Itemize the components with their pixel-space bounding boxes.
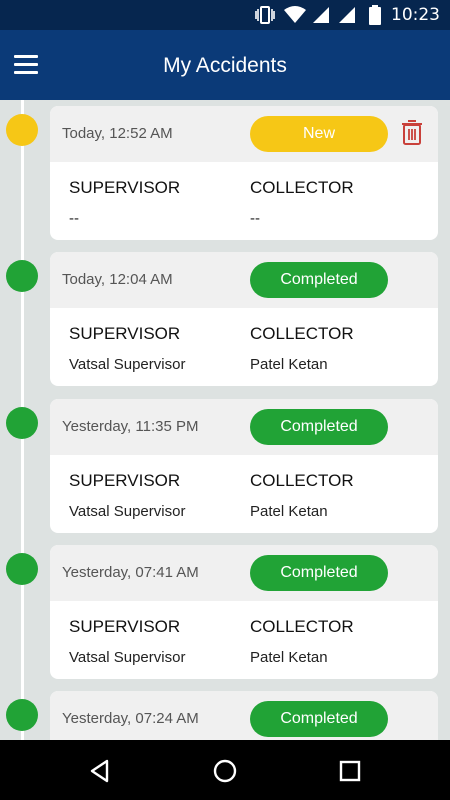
accident-date: Yesterday, 07:24 AM xyxy=(62,710,199,727)
timeline-entry: Today, 12:04 AM Completed SUPERVISOR Vat… xyxy=(0,252,450,386)
supervisor-column: SUPERVISOR -- xyxy=(69,178,180,227)
collector-label: COLLECTOR xyxy=(250,178,354,197)
collector-label: COLLECTOR xyxy=(250,617,354,636)
home-icon[interactable] xyxy=(212,758,238,784)
status-badge: New xyxy=(250,116,388,152)
status-bar: 10:23 xyxy=(0,0,450,30)
status-badge: Completed xyxy=(250,701,388,737)
collector-column: COLLECTOR Patel Ketan xyxy=(250,617,354,666)
supervisor-label: SUPERVISOR xyxy=(69,617,181,636)
accident-timeline[interactable]: Today, 12:52 AM New SUPERVISOR -- COLLEC… xyxy=(0,100,450,740)
signal-icon xyxy=(313,7,329,23)
status-badge: Completed xyxy=(250,262,388,298)
card-header: Today, 12:52 AM New xyxy=(50,106,438,162)
page-title: My Accidents xyxy=(163,54,287,77)
recents-icon[interactable] xyxy=(337,758,363,784)
collector-column: COLLECTOR Patel Ketan xyxy=(250,324,354,373)
accident-date: Yesterday, 11:35 PM xyxy=(62,418,199,435)
collector-label: COLLECTOR xyxy=(250,471,354,490)
accident-date: Today, 12:52 AM xyxy=(62,125,173,142)
accident-card[interactable]: Yesterday, 07:24 AM Completed xyxy=(50,691,438,740)
collector-value: Patel Ketan xyxy=(250,356,328,373)
delete-icon[interactable] xyxy=(400,118,424,146)
status-badge: Completed xyxy=(250,555,388,591)
supervisor-column: SUPERVISOR Vatsal Supervisor xyxy=(69,617,185,666)
system-navigation-bar xyxy=(0,740,450,800)
status-dot xyxy=(6,553,38,585)
vibrate-icon xyxy=(255,6,275,24)
accident-card[interactable]: Today, 12:04 AM Completed SUPERVISOR Vat… xyxy=(50,252,438,386)
battery-icon xyxy=(369,5,381,25)
status-dot xyxy=(6,114,38,146)
status-dot xyxy=(6,260,38,292)
signal-icon xyxy=(339,7,355,23)
collector-value: Patel Ketan xyxy=(250,649,328,666)
supervisor-value: Vatsal Supervisor xyxy=(69,356,186,373)
collector-value: -- xyxy=(250,210,260,227)
supervisor-value: Vatsal Supervisor xyxy=(69,503,186,520)
back-icon[interactable] xyxy=(87,758,113,784)
collector-label: COLLECTOR xyxy=(250,324,354,343)
timeline-entry: Yesterday, 07:24 AM Completed xyxy=(0,691,450,740)
supervisor-label: SUPERVISOR xyxy=(69,178,181,197)
timeline-entry: Today, 12:52 AM New SUPERVISOR -- COLLEC… xyxy=(0,106,450,240)
timeline-entry: Yesterday, 11:35 PM Completed SUPERVISOR… xyxy=(0,399,450,533)
status-dot xyxy=(6,407,38,439)
wifi-icon xyxy=(284,6,306,23)
accident-date: Today, 12:04 AM xyxy=(62,271,173,288)
supervisor-value: Vatsal Supervisor xyxy=(69,649,186,666)
status-time: 10:23 xyxy=(391,5,440,25)
supervisor-value: -- xyxy=(69,210,79,227)
supervisor-column: SUPERVISOR Vatsal Supervisor xyxy=(69,324,185,373)
collector-value: Patel Ketan xyxy=(250,503,328,520)
timeline-entry: Yesterday, 07:41 AM Completed SUPERVISOR… xyxy=(0,545,450,679)
accident-card[interactable]: Today, 12:52 AM New SUPERVISOR -- COLLEC… xyxy=(50,106,438,240)
card-header: Yesterday, 11:35 PM Completed xyxy=(50,399,438,455)
app-bar: My Accidents xyxy=(0,30,450,100)
accident-card[interactable]: Yesterday, 11:35 PM Completed SUPERVISOR… xyxy=(50,399,438,533)
accident-date: Yesterday, 07:41 AM xyxy=(62,564,199,581)
card-header: Yesterday, 07:24 AM Completed xyxy=(50,691,438,740)
status-dot xyxy=(6,699,38,731)
card-header: Today, 12:04 AM Completed xyxy=(50,252,438,308)
card-header: Yesterday, 07:41 AM Completed xyxy=(50,545,438,601)
accident-card[interactable]: Yesterday, 07:41 AM Completed SUPERVISOR… xyxy=(50,545,438,679)
collector-column: COLLECTOR Patel Ketan xyxy=(250,471,354,520)
supervisor-column: SUPERVISOR Vatsal Supervisor xyxy=(69,471,185,520)
collector-column: COLLECTOR -- xyxy=(250,178,354,227)
status-badge: Completed xyxy=(250,409,388,445)
supervisor-label: SUPERVISOR xyxy=(69,471,181,490)
supervisor-label: SUPERVISOR xyxy=(69,324,181,343)
